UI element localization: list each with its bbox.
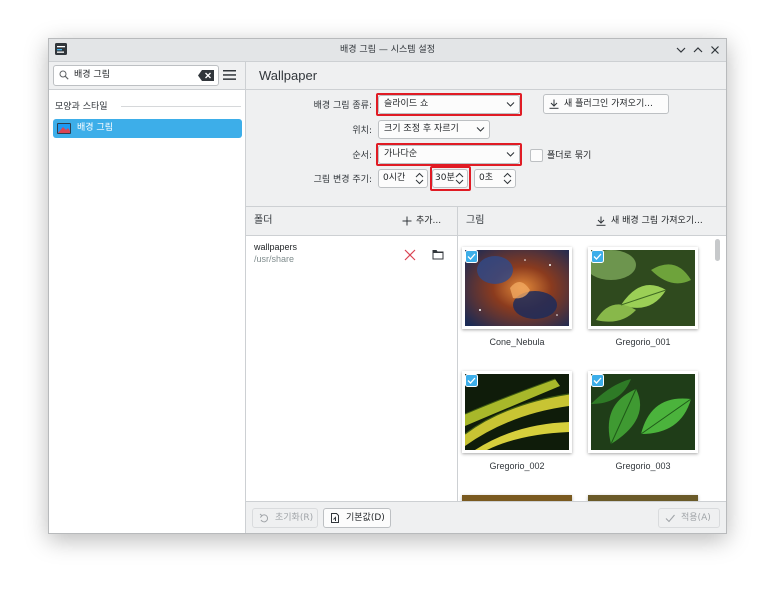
document-revert-icon bbox=[331, 513, 339, 523]
apply-button[interactable]: 적용(A) bbox=[658, 508, 720, 528]
checkmark-icon bbox=[665, 514, 675, 523]
footer-bar: 초기화(R) 기본값(D) 적용(A) bbox=[246, 501, 726, 533]
images-scrollbar[interactable] bbox=[714, 237, 722, 499]
clear-search-icon[interactable] bbox=[198, 70, 214, 81]
undo-icon bbox=[259, 513, 269, 523]
interval-seconds-value: 0초 bbox=[479, 173, 494, 183]
search-value: 배경 그림 bbox=[74, 70, 110, 80]
position-combo[interactable]: 크기 조정 후 자르기 bbox=[378, 120, 490, 139]
minimize-icon[interactable] bbox=[673, 42, 689, 58]
folders-panel: 폴더 추가... wallpapers /usr/share bbox=[246, 207, 458, 502]
download-icon bbox=[596, 216, 606, 226]
highlight-order bbox=[376, 143, 522, 166]
sidebar: 배경 그림 모양과 스타일 배경 그림 bbox=[49, 62, 246, 533]
reset-button[interactable]: 초기화(R) bbox=[252, 508, 318, 528]
hamburger-menu-icon[interactable] bbox=[223, 69, 236, 81]
highlight-wallpaper-type bbox=[376, 93, 522, 116]
position-label: 위치: bbox=[352, 126, 372, 136]
sidebar-search-row: 배경 그림 bbox=[49, 62, 245, 90]
interval-seconds-spinbox[interactable]: 0초 bbox=[474, 169, 516, 188]
apply-label: 적용(A) bbox=[681, 513, 711, 523]
add-folder-button[interactable]: 추가... bbox=[402, 207, 456, 235]
images-title: 그림 bbox=[466, 215, 485, 226]
folders-title: 폴더 bbox=[254, 215, 273, 226]
wallpaper-image bbox=[591, 250, 695, 326]
highlight-interval-minutes bbox=[430, 166, 471, 191]
group-by-folder-checkbox[interactable] bbox=[530, 149, 543, 162]
folder-item-name[interactable]: wallpapers bbox=[254, 242, 297, 252]
images-panel: 그림 새 배경 그림 가져오기... Cone_Nebula Gregorio_… bbox=[458, 207, 726, 502]
get-new-wallpapers-button[interactable]: 새 배경 그림 가져오기... bbox=[596, 207, 724, 235]
wallpaper-label: Gregorio_002 bbox=[489, 461, 545, 471]
get-new-plugins-label: 새 플러그인 가져오기... bbox=[564, 99, 653, 109]
reset-label: 초기화(R) bbox=[275, 513, 314, 523]
order-label: 순서: bbox=[352, 151, 372, 161]
sidebar-section-divider bbox=[121, 106, 241, 107]
selected-check-icon[interactable] bbox=[465, 374, 478, 387]
add-folder-label: 추가... bbox=[416, 216, 442, 226]
wallpaper-form: 배경 그림 종류: 슬라이드 쇼 새 플러그인 가져오기... 위치: 크기 조… bbox=[246, 90, 726, 206]
interval-label: 그림 변경 주기: bbox=[313, 175, 372, 185]
interval-hours-value: 0시간 bbox=[383, 173, 406, 183]
settings-window: 배경 그림 — 시스템 설정 배경 그림 모양과 스타일 배경 그림 Wallp… bbox=[48, 38, 727, 534]
wallpaper-image bbox=[465, 250, 569, 326]
wallpaper-thumbnail[interactable] bbox=[462, 247, 572, 329]
defaults-button[interactable]: 기본값(D) bbox=[323, 508, 391, 528]
sidebar-item-label: 배경 그림 bbox=[77, 123, 113, 133]
wallpaper-label: Cone_Nebula bbox=[489, 337, 545, 347]
page-title: Wallpaper bbox=[259, 68, 318, 83]
selected-check-icon[interactable] bbox=[591, 250, 604, 263]
close-icon[interactable] bbox=[707, 42, 723, 58]
wallpaper-image bbox=[591, 374, 695, 450]
search-icon bbox=[59, 70, 69, 80]
slideshow-panels: 폴더 추가... wallpapers /usr/share 그림 새 배경 그… bbox=[246, 206, 726, 502]
wallpaper-label: Gregorio_003 bbox=[615, 461, 671, 471]
remove-folder-icon[interactable] bbox=[404, 249, 416, 261]
plus-icon bbox=[402, 216, 412, 226]
search-input[interactable]: 배경 그림 bbox=[53, 65, 219, 86]
scrollbar-handle[interactable] bbox=[715, 239, 720, 261]
defaults-label: 기본값(D) bbox=[346, 513, 385, 523]
window-title: 배경 그림 — 시스템 설정 bbox=[340, 45, 435, 55]
title-bar: 배경 그림 — 시스템 설정 bbox=[49, 39, 726, 62]
group-by-folder-label: 폴더로 묶기 bbox=[547, 151, 592, 161]
wallpaper-image bbox=[465, 374, 569, 450]
wallpaper-label: Gregorio_001 bbox=[615, 337, 671, 347]
sidebar-section-label: 모양과 스타일 bbox=[55, 102, 108, 112]
download-icon bbox=[549, 99, 559, 109]
images-header: 그림 새 배경 그림 가져오기... bbox=[458, 207, 726, 236]
folders-header: 폴더 추가... bbox=[246, 207, 457, 236]
wallpaper-thumbnail[interactable] bbox=[462, 371, 572, 453]
open-folder-icon[interactable] bbox=[432, 249, 444, 260]
selected-check-icon[interactable] bbox=[465, 250, 478, 263]
position-value: 크기 조정 후 자르기 bbox=[384, 124, 459, 134]
wallpaper-thumbnail[interactable] bbox=[588, 371, 698, 453]
interval-hours-spinbox[interactable]: 0시간 bbox=[378, 169, 428, 188]
selected-check-icon[interactable] bbox=[591, 374, 604, 387]
sidebar-item-wallpaper[interactable]: 배경 그림 bbox=[53, 119, 242, 138]
wallpaper-type-label: 배경 그림 종류: bbox=[313, 101, 372, 111]
get-new-plugins-button[interactable]: 새 플러그인 가져오기... bbox=[543, 94, 669, 114]
get-new-wallpapers-label: 새 배경 그림 가져오기... bbox=[611, 216, 703, 226]
wallpaper-icon bbox=[57, 123, 71, 134]
wallpaper-thumbnail[interactable] bbox=[588, 247, 698, 329]
spin-arrows-icon[interactable] bbox=[503, 172, 512, 185]
page-header: Wallpaper bbox=[246, 62, 726, 90]
spin-arrows-icon[interactable] bbox=[415, 172, 424, 185]
folder-item-path: /usr/share bbox=[254, 254, 295, 264]
chevron-down-icon bbox=[476, 127, 485, 132]
maximize-icon[interactable] bbox=[690, 42, 706, 58]
